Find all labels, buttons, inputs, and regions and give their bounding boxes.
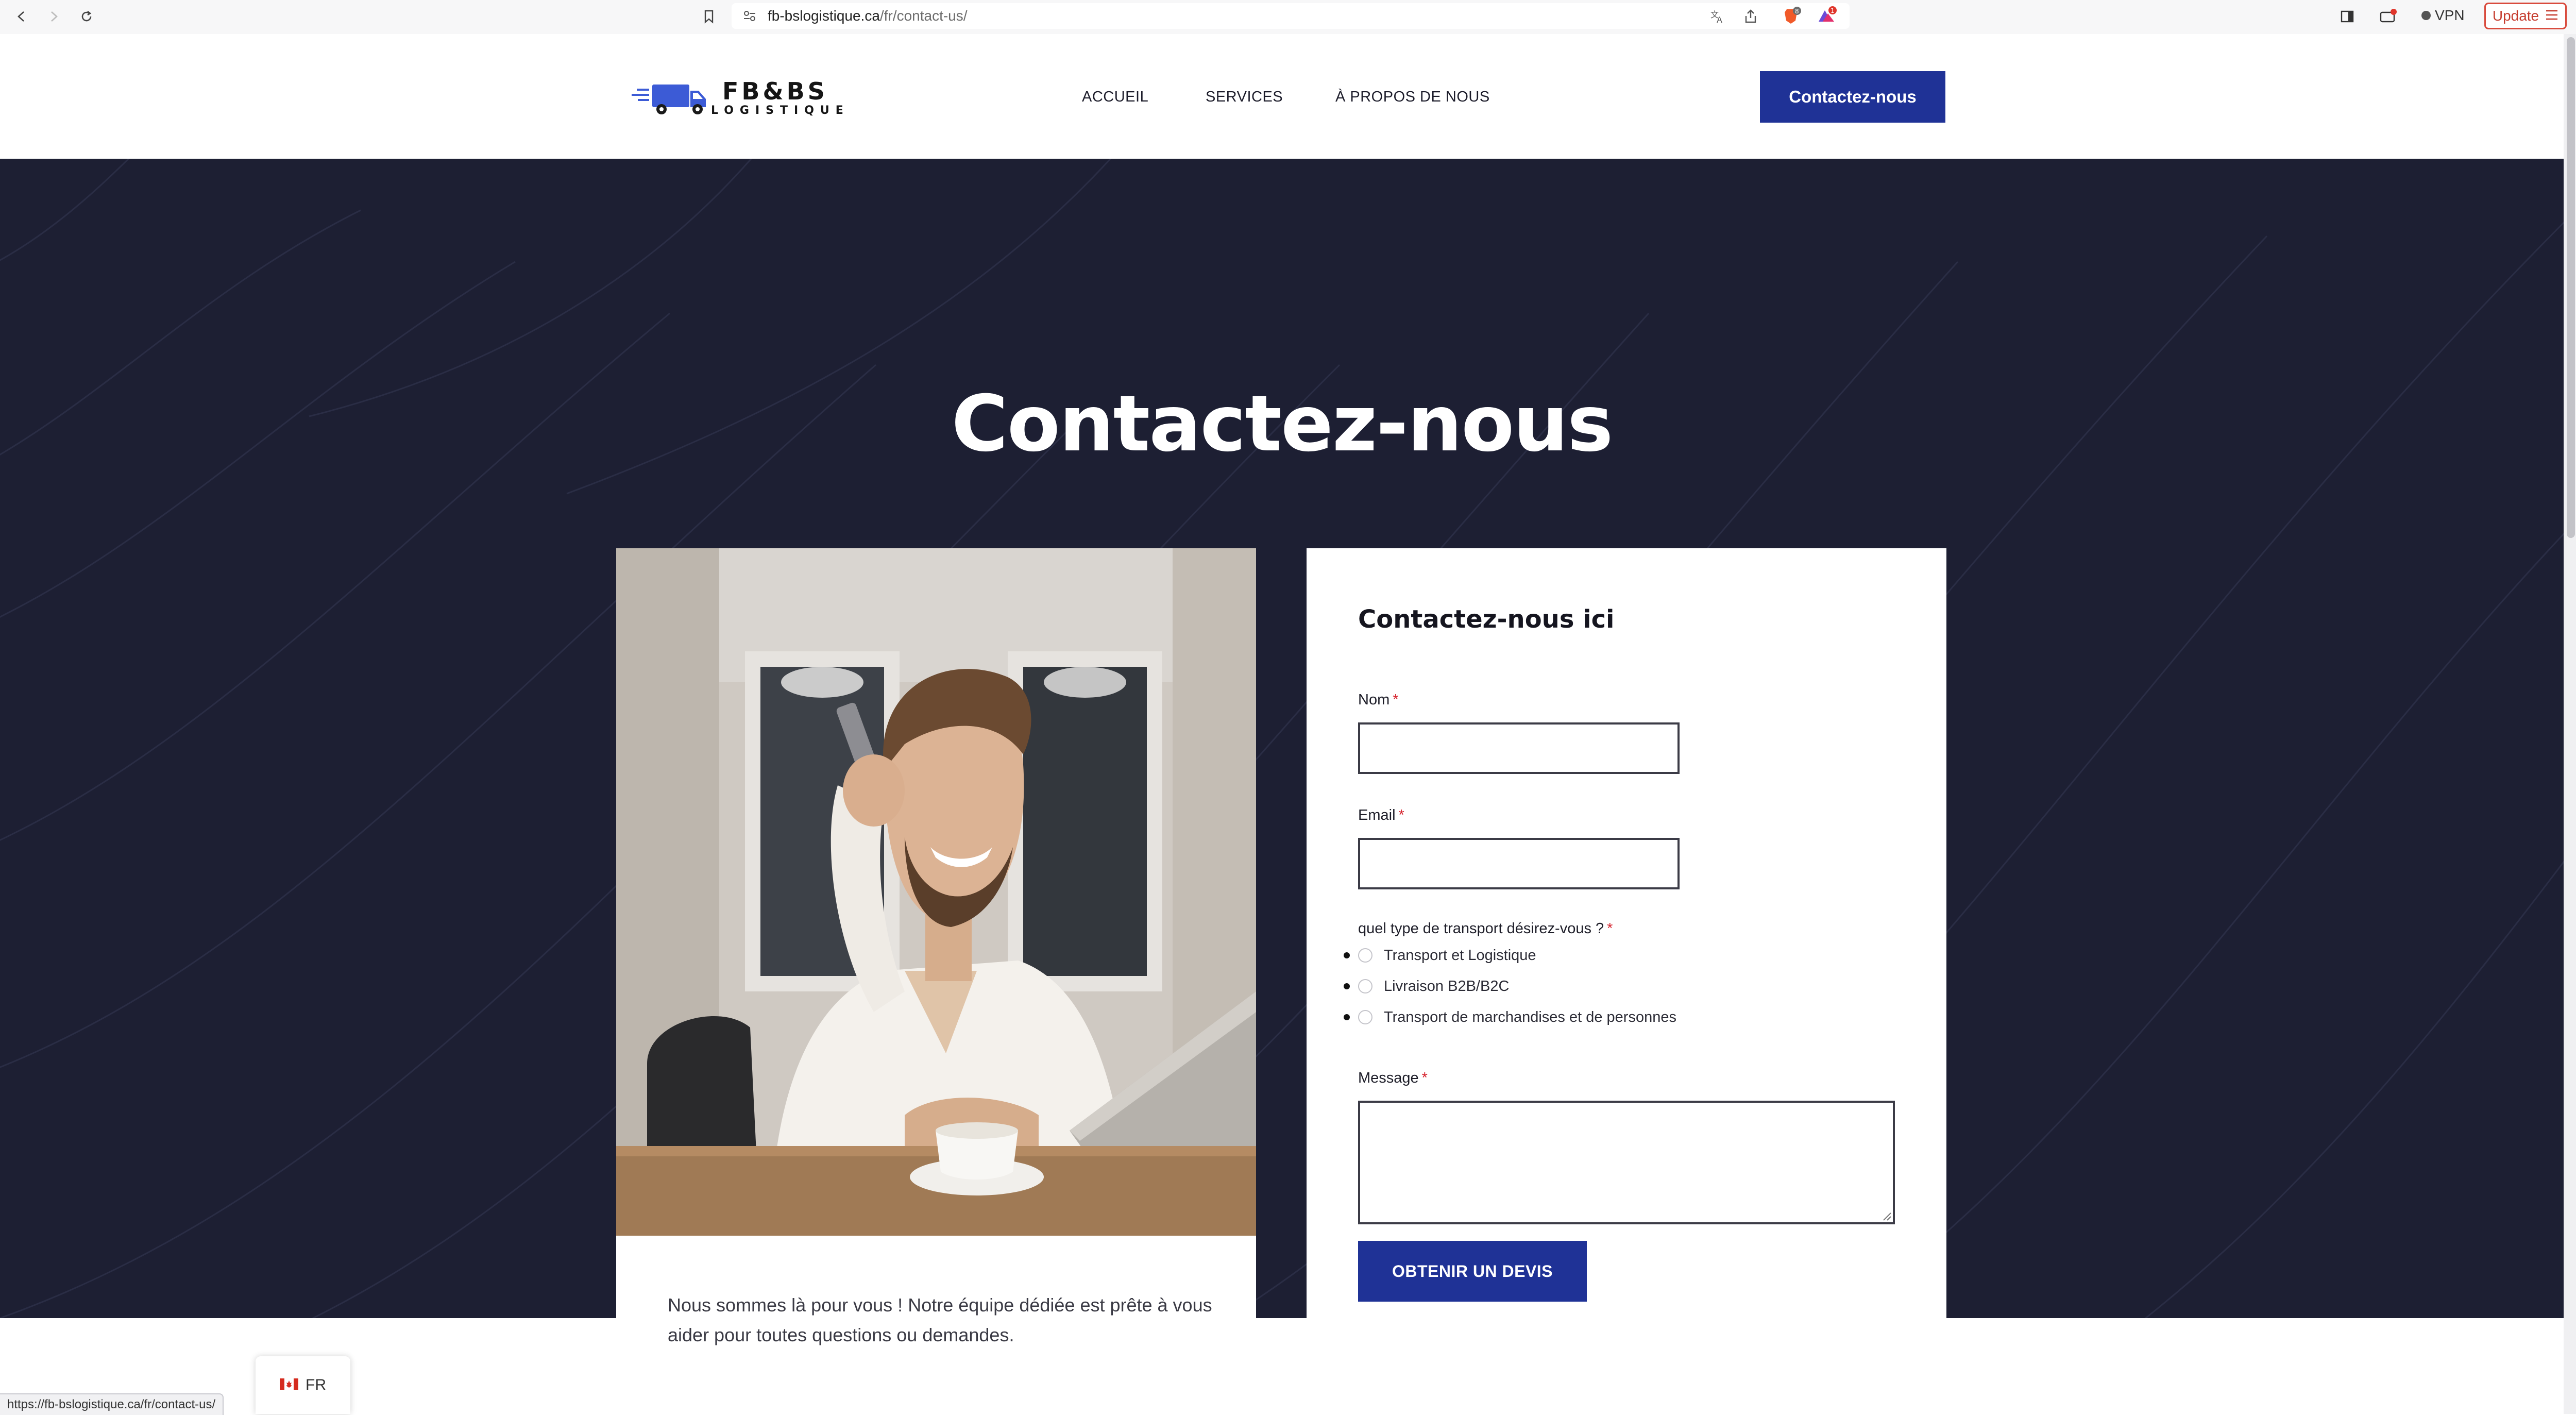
address-bar[interactable]: fb-bslogistique.ca/fr/contact-us/ (732, 3, 1850, 29)
share-icon[interactable] (1739, 5, 1762, 28)
bookmark-icon[interactable] (698, 5, 720, 28)
nav-a-propos[interactable]: À PROPOS DE NOUS (1335, 89, 1490, 106)
radio-option-label: Transport et Logistique (1384, 947, 1536, 964)
radio-option-label: Transport de marchandises et de personne… (1384, 1008, 1676, 1025)
url-path: /fr/contact-us/ (879, 8, 968, 24)
radio-option-label: Livraison B2B/B2C (1384, 978, 1510, 995)
url-text: fb-bslogistique.ca/fr/contact-us/ (768, 7, 968, 25)
radio-button[interactable] (1358, 1010, 1372, 1024)
reload-icon[interactable] (75, 5, 98, 28)
status-bar-url: https://fb-bslogistique.ca/fr/contact-us… (0, 1393, 224, 1415)
logo-brand: FB&BS (722, 77, 828, 105)
radio-button[interactable] (1358, 979, 1372, 993)
email-input[interactable] (1358, 838, 1680, 889)
required-mark: * (1398, 807, 1404, 823)
radio-button[interactable] (1358, 948, 1372, 963)
page-title: Contactez-nous (951, 379, 1614, 469)
vpn-label: VPN (2435, 7, 2465, 23)
svg-text:A: A (1717, 15, 1722, 25)
name-label: Nom * (1358, 692, 1399, 709)
hero-section: Contactez-nous (0, 159, 2564, 1318)
brave-shield-badge: 8 (1795, 8, 1799, 15)
form-title: Contactez-nous ici (1358, 605, 1615, 634)
vpn-status-icon (2421, 11, 2431, 20)
message-label: Message * (1358, 1070, 1428, 1087)
canada-flag-icon (280, 1376, 298, 1394)
list-bullet (1344, 983, 1350, 989)
vpn-button[interactable]: VPN (2421, 4, 2465, 27)
truck-icon (630, 77, 712, 121)
menu-icon (2545, 8, 2558, 24)
email-label: Email * (1358, 807, 1404, 824)
image-card: Nous sommes là pour vous ! Notre équipe … (616, 548, 1256, 1414)
logo-subtitle: LOGISTIQUE (711, 104, 850, 117)
radio-option-transport-logistique[interactable]: Transport et Logistique (1344, 945, 1536, 966)
sidebar-icon[interactable] (2336, 5, 2359, 28)
resize-handle-icon[interactable] (1882, 1211, 1892, 1221)
header-contact-button[interactable]: Contactez-nous (1760, 71, 1945, 123)
url-host: fb-bslogistique.ca (768, 8, 880, 24)
contact-form: Contactez-nous ici Nom * Email * quel type… (1307, 548, 1946, 1414)
nav-accueil[interactable]: ACCUEIL (1082, 89, 1148, 106)
image-card-text: Nous sommes là pour vous ! Notre équipe … (668, 1294, 1212, 1345)
browser-toolbar: fb-bslogistique.ca/fr/contact-us/ 文A 8 1… (0, 0, 2576, 35)
message-label-text: Message (1358, 1070, 1419, 1086)
required-mark: * (1607, 920, 1613, 937)
transport-label: quel type de transport désirez-vous ? * (1358, 920, 1613, 937)
message-textarea[interactable] (1358, 1101, 1895, 1224)
name-input[interactable] (1358, 722, 1680, 774)
required-mark: * (1421, 1070, 1428, 1086)
language-switcher[interactable]: FR (256, 1356, 350, 1414)
submit-button[interactable]: OBTENIR UN DEVIS (1358, 1241, 1587, 1302)
back-arrow-icon[interactable] (10, 5, 33, 28)
translate-icon[interactable]: 文A (1706, 5, 1729, 28)
site-settings-icon[interactable] (742, 8, 757, 26)
update-label: Update (2492, 8, 2539, 24)
site-logo[interactable]: FB&BS LOGISTIQUE (630, 75, 846, 123)
list-bullet (1344, 1014, 1350, 1020)
nav-services[interactable]: SERVICES (1206, 89, 1283, 106)
name-label-text: Nom (1358, 692, 1390, 708)
page-body-background (0, 1318, 2564, 1414)
man-on-phone-photo (616, 548, 1256, 1236)
list-bullet (1344, 952, 1350, 958)
transport-label-text: quel type de transport désirez-vous ? (1358, 920, 1604, 937)
brave-rewards-icon[interactable]: 1 (1816, 5, 1838, 28)
brave-shield-icon[interactable]: 8 (1781, 5, 1803, 28)
scrollbar-thumb[interactable] (2567, 37, 2575, 538)
update-button[interactable]: Update (2484, 3, 2567, 29)
forward-arrow-icon[interactable] (42, 5, 65, 28)
site-header: FB&BS LOGISTIQUE ACCUEIL SERVICES À PROP… (0, 34, 2564, 159)
hero-pattern (0, 159, 2564, 1318)
language-code: FR (306, 1376, 326, 1393)
radio-option-marchandises-personnes[interactable]: Transport de marchandises et de personne… (1344, 1007, 1676, 1027)
required-mark: * (1393, 692, 1399, 708)
radio-option-livraison[interactable]: Livraison B2B/B2C (1344, 976, 1509, 997)
email-label-text: Email (1358, 807, 1396, 823)
wallet-icon[interactable] (2377, 5, 2400, 28)
brave-rewards-badge: 1 (1831, 7, 1835, 14)
